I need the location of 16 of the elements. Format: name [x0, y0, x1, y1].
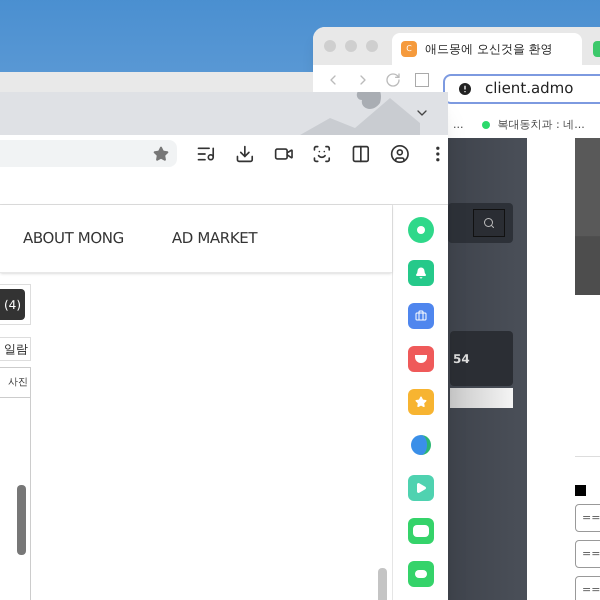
input-field[interactable]: == [575, 540, 600, 568]
address-text: client.admo [485, 78, 574, 100]
tab-title: 애드몽에 오신것을 환영 [425, 41, 553, 58]
nav-link[interactable]: ABOUT MONG [23, 227, 124, 250]
stat-value: 54 [453, 350, 470, 368]
input-field[interactable]: == [575, 504, 600, 532]
favicon-icon: C [401, 41, 417, 57]
label-text: 일람 [4, 341, 28, 358]
input-field[interactable]: == [575, 576, 600, 600]
bookmark[interactable]: ... [453, 116, 464, 134]
bookmark[interactable]: 복대동치과 : 네... [482, 116, 585, 134]
nav-link[interactable]: AD MARKET [172, 227, 258, 250]
column-header: 사진 [0, 368, 30, 398]
address-field[interactable]: client.admo [443, 74, 600, 104]
browser-tab[interactable]: C 애드몽에 오신것을 환영 [392, 33, 582, 65]
count-button[interactable]: (4) [0, 289, 25, 320]
